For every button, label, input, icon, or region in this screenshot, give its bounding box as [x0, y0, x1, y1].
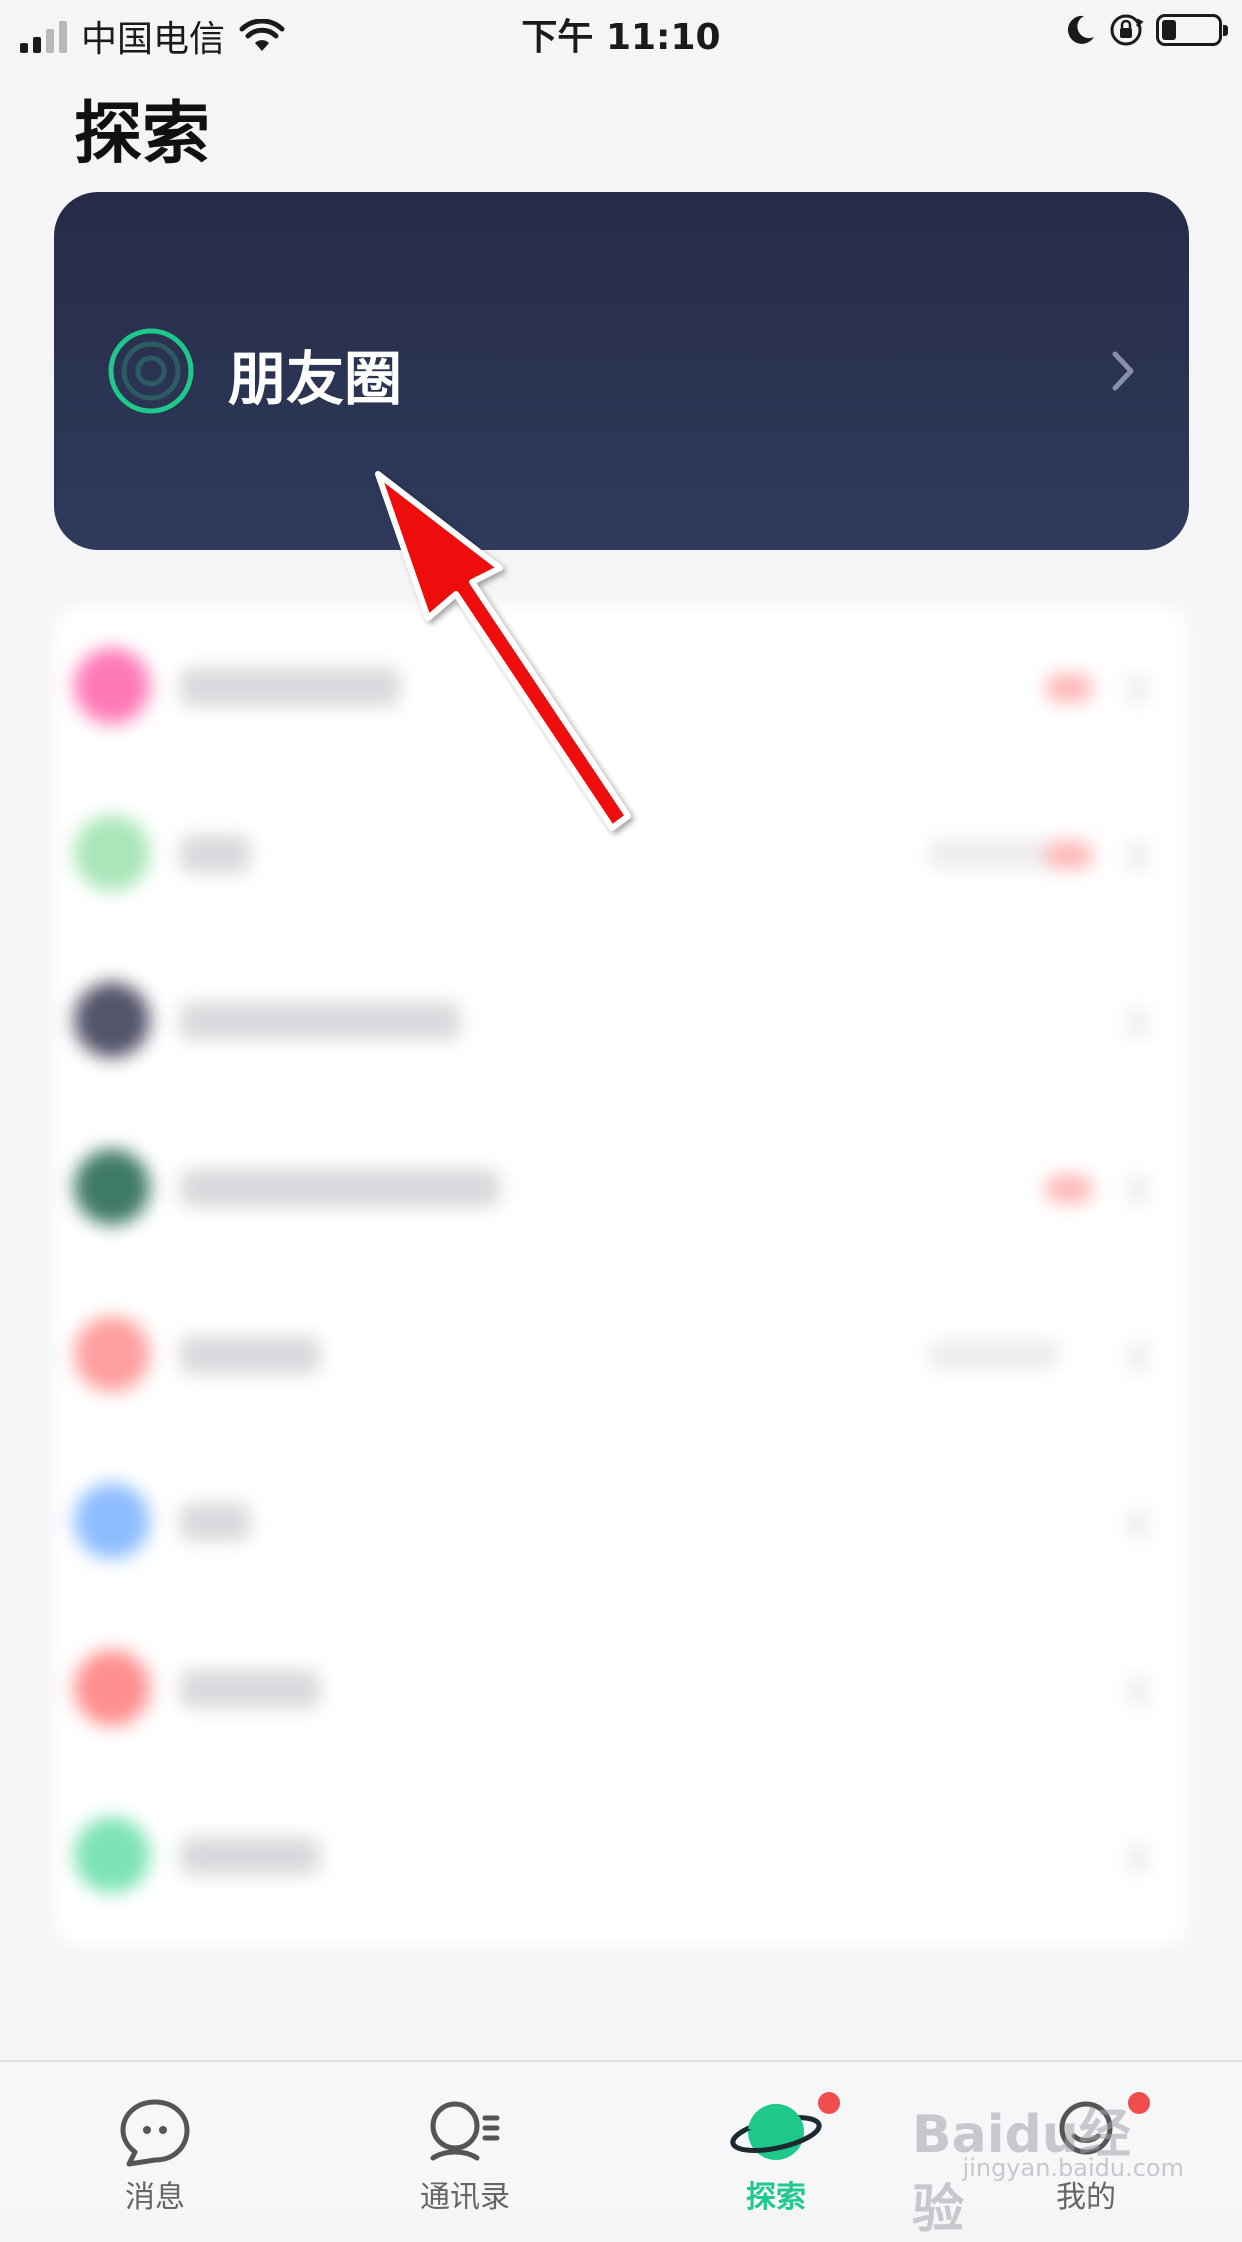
item-label: [180, 1169, 500, 1207]
item-label: [180, 1002, 460, 1040]
list-item[interactable]: [54, 1441, 1189, 1608]
page-title: 探索: [74, 95, 211, 174]
chevron-right-icon: [1127, 1008, 1149, 1038]
battery-fill: [1162, 20, 1176, 40]
chevron-right-icon: [1127, 1175, 1149, 1205]
contacts-icon: [430, 2101, 500, 2161]
tab-label: 探索: [746, 2180, 806, 2215]
tab-label: 消息: [125, 2180, 185, 2215]
item-avatar: [74, 1316, 150, 1392]
item-avatar: [74, 1817, 150, 1893]
item-avatar: [74, 1149, 150, 1225]
item-label: [180, 1336, 320, 1374]
item-badge: [1045, 674, 1093, 702]
notification-dot: [818, 2092, 840, 2114]
item-avatar: [74, 1650, 150, 1726]
chevron-right-icon: [1127, 841, 1149, 871]
status-bar: 中国电信 下午 11:10: [0, 0, 1242, 64]
item-label: [180, 835, 250, 873]
list-item[interactable]: [54, 940, 1189, 1107]
item-badge: [1045, 1175, 1093, 1203]
chevron-right-icon: [1127, 1843, 1149, 1873]
status-right: [1064, 12, 1228, 48]
moments-label: 朋友圈: [228, 345, 403, 413]
tab-contacts[interactable]: 通讯录: [365, 2074, 565, 2215]
moon-icon: [1067, 15, 1094, 44]
item-meta: [929, 839, 1059, 869]
chevron-right-icon: [1112, 351, 1134, 391]
item-meta: [929, 1340, 1059, 1370]
chevron-right-icon: [1127, 1676, 1149, 1706]
item-label: [180, 1837, 320, 1875]
moments-target-icon: [108, 328, 194, 414]
tab-label: 通讯录: [420, 2180, 510, 2215]
item-label: [180, 1503, 250, 1541]
status-time: 下午 11:10: [521, 17, 721, 58]
item-avatar: [74, 648, 150, 724]
rotation-lock-icon: [1110, 14, 1144, 46]
list-item[interactable]: [54, 1274, 1189, 1441]
tab-explore[interactable]: 探索: [676, 2074, 876, 2215]
list-item[interactable]: [54, 1107, 1189, 1274]
item-badge: [1045, 841, 1093, 869]
chevron-right-icon: [1127, 674, 1149, 704]
list-item[interactable]: [54, 1608, 1189, 1775]
chevron-right-icon: [1127, 1342, 1149, 1372]
item-avatar: [74, 982, 150, 1058]
planet-icon: [730, 2104, 822, 2160]
annotation-arrow-icon: [375, 471, 631, 831]
chat-bubble-icon: [120, 2099, 190, 2167]
list-item[interactable]: [54, 1775, 1189, 1942]
chevron-right-icon: [1127, 1509, 1149, 1539]
tab-messages[interactable]: 消息: [55, 2074, 255, 2215]
baidu-watermark-url: jingyan.baidu.com: [962, 2154, 1184, 2182]
item-label: [180, 1670, 320, 1708]
item-avatar: [74, 815, 150, 891]
battery-icon: [1156, 14, 1228, 46]
item-avatar: [74, 1483, 150, 1559]
